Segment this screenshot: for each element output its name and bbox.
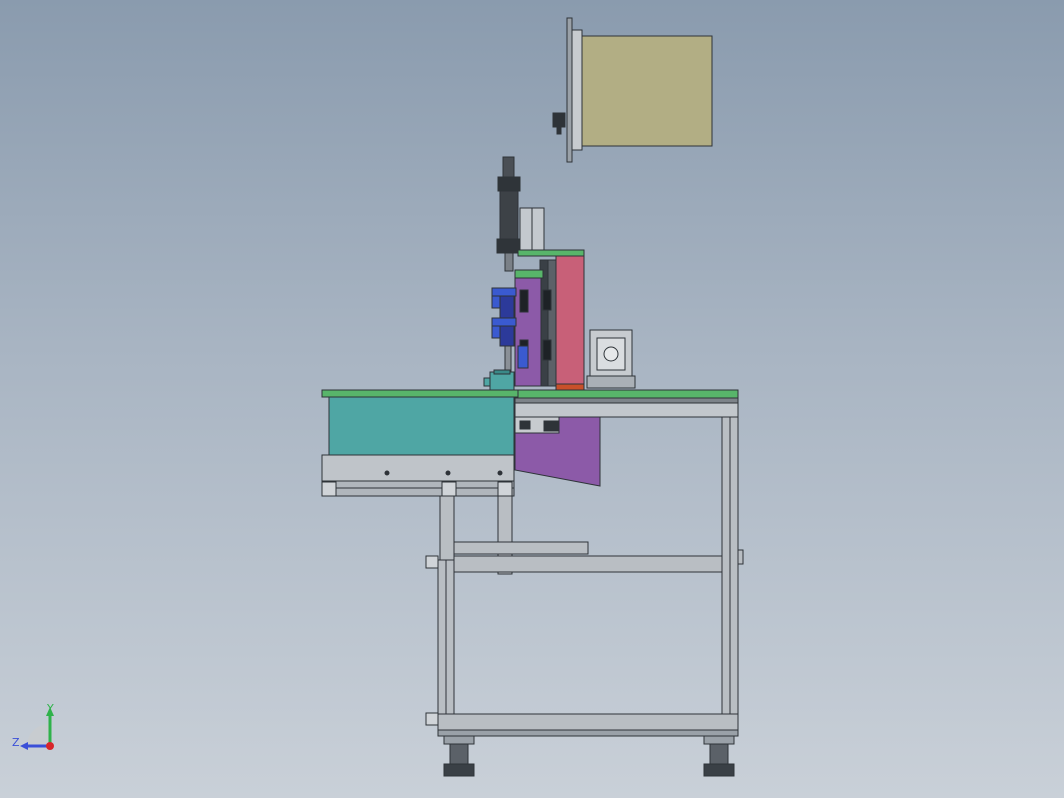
z-axis-arrowhead [20,742,28,750]
workpiece-fixture [483,369,515,391]
z-axis-label: Z [12,736,20,749]
cad-viewport[interactable]: Y Z [0,0,1064,798]
pneumatic-cylinder [496,156,522,272]
purple-slider [514,269,544,387]
y-axis-label: Y [46,702,54,715]
slide-rails [539,259,557,387]
leveling-foot-right [703,735,735,777]
table-top [514,389,739,418]
leveling-foot-left [443,735,475,777]
motor-bracket [586,329,636,389]
machine-drawing: Y Z [12,17,744,777]
feed-hopper [321,389,519,497]
control-box [552,17,713,163]
orientation-triad[interactable]: Y Z [12,702,54,750]
guide-rail [519,207,545,257]
discharge-chute [514,416,601,487]
x-axis-dot [46,742,54,750]
